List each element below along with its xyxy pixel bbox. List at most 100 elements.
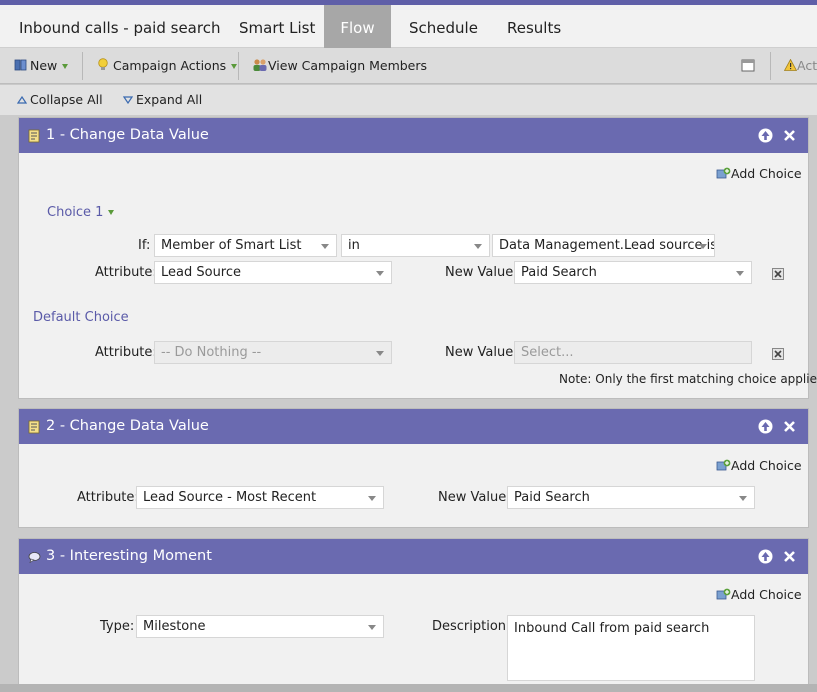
chevron-down-icon — [376, 351, 384, 356]
toolbar-divider — [238, 52, 239, 80]
change-data-icon — [28, 420, 40, 434]
expand-all-button[interactable]: Expand All — [122, 85, 203, 115]
new-menu-button[interactable]: New — [14, 48, 69, 84]
toolbar-divider — [770, 52, 771, 80]
close-icon[interactable] — [782, 549, 797, 564]
add-choice-button[interactable]: Add Choice — [716, 587, 802, 602]
chevron-down-icon — [376, 271, 384, 276]
add-choice-icon — [716, 167, 731, 179]
move-up-icon[interactable] — [758, 128, 773, 143]
tab-campaign-name[interactable]: Inbound calls - paid search — [19, 5, 220, 48]
attribute-label: Attribute: — [77, 490, 139, 505]
choice-note: Note: Only the first matching choice app… — [559, 372, 817, 386]
tab-flow[interactable]: Flow — [324, 5, 391, 48]
new-label: New — [30, 58, 58, 73]
default-new-value-input[interactable]: Select... — [514, 341, 752, 364]
if-field-value: Member of Smart List — [161, 238, 302, 253]
view-campaign-members-button[interactable]: View Campaign Members — [252, 48, 427, 84]
actions-truncated-button[interactable]: Act — [783, 48, 817, 84]
tab-smart-list[interactable]: Smart List — [239, 5, 315, 48]
tab-results[interactable]: Results — [507, 5, 561, 48]
flow-step-title: 2 - Change Data Value — [46, 418, 209, 434]
move-up-icon[interactable] — [758, 419, 773, 434]
if-field-select[interactable]: Member of Smart List — [154, 234, 337, 257]
new-value-select[interactable]: Paid Search — [514, 261, 752, 284]
chevron-down-icon — [62, 64, 69, 69]
flow-step-header[interactable]: 1 - Change Data Value — [19, 118, 808, 153]
move-up-icon[interactable] — [758, 549, 773, 564]
chevron-down-icon — [368, 625, 376, 630]
choice-1-label: Choice 1 — [47, 205, 104, 220]
add-choice-label: Add Choice — [731, 458, 802, 473]
collapse-all-label: Collapse All — [30, 92, 103, 107]
new-value-label: New Value: — [445, 265, 518, 280]
add-choice-button[interactable]: Add Choice — [716, 166, 802, 181]
add-choice-icon — [716, 588, 731, 600]
expand-all-label: Expand All — [136, 92, 203, 107]
chevron-down-icon — [321, 244, 329, 249]
attribute-select[interactable]: Lead Source - Most Recent — [136, 486, 384, 509]
actions-truncated-label: Act — [797, 58, 817, 73]
window-icon — [741, 59, 755, 72]
delete-choice-icon[interactable] — [772, 268, 784, 280]
expand-icon — [122, 96, 134, 105]
close-icon[interactable] — [782, 419, 797, 434]
flow-step-header[interactable]: 3 - Interesting Moment — [19, 539, 808, 574]
new-value-label: New Value: — [438, 490, 511, 505]
view-members-label: View Campaign Members — [268, 58, 428, 73]
default-choice-link[interactable]: Default Choice — [33, 310, 129, 325]
speech-bubble-icon — [28, 552, 41, 564]
people-icon — [253, 59, 267, 71]
flow-step-1: 1 - Change Data Value Add Choice Choice … — [18, 117, 817, 399]
new-value-value: Paid Search — [521, 265, 597, 280]
type-value: Milestone — [143, 619, 206, 634]
if-operator-select[interactable]: in — [341, 234, 490, 257]
description-textarea[interactable]: Inbound Call from paid search — [507, 615, 755, 681]
chevron-down-icon — [231, 64, 238, 69]
chevron-down-icon — [739, 496, 747, 501]
if-operator-value: in — [348, 238, 360, 253]
campaign-actions-button[interactable]: Campaign Actions — [97, 48, 238, 84]
add-choice-label: Add Choice — [731, 587, 802, 602]
default-new-value-label: New Value: — [445, 345, 518, 360]
attribute-select[interactable]: Lead Source — [154, 261, 392, 284]
toolbar: New Campaign Actions View Campaign Membe… — [0, 48, 817, 84]
chevron-down-icon — [108, 210, 115, 215]
default-attribute-label: Attribute: — [95, 345, 157, 360]
flow-subbar: Collapse All Expand All — [0, 85, 817, 115]
attribute-value: Lead Source — [161, 265, 242, 280]
attribute-label: Attribute: — [95, 265, 157, 280]
chevron-down-icon — [699, 244, 707, 249]
window-icon-button[interactable] — [741, 48, 755, 84]
collapse-all-button[interactable]: Collapse All — [16, 85, 103, 115]
tab-schedule[interactable]: Schedule — [409, 5, 478, 48]
type-select[interactable]: Milestone — [136, 615, 384, 638]
lightbulb-icon — [98, 58, 108, 70]
close-icon[interactable] — [782, 128, 797, 143]
add-choice-label: Add Choice — [731, 166, 802, 181]
default-new-value-placeholder: Select... — [521, 345, 574, 360]
chevron-down-icon — [368, 496, 376, 501]
if-value-select[interactable]: Data Management.Lead source is — [492, 234, 715, 257]
campaign-actions-label: Campaign Actions — [113, 58, 227, 73]
delete-default-choice-icon[interactable] — [772, 348, 784, 360]
type-label: Type: — [100, 619, 135, 634]
flow-step-title: 1 - Change Data Value — [46, 127, 209, 143]
if-value-value: Data Management.Lead source is — [499, 238, 715, 253]
new-value-select[interactable]: Paid Search — [507, 486, 755, 509]
toolbar-divider — [82, 52, 83, 80]
add-choice-icon — [716, 459, 731, 471]
flow-step-3: 3 - Interesting Moment Add Choice Type: … — [18, 538, 809, 692]
description-label: Description: — [432, 619, 511, 634]
flow-step-2: 2 - Change Data Value Add Choice Attribu… — [18, 408, 809, 528]
flow-step-title: 3 - Interesting Moment — [46, 548, 212, 564]
choice-1-link[interactable]: Choice 1 — [47, 205, 115, 220]
default-attribute-select[interactable]: -- Do Nothing -- — [154, 341, 392, 364]
default-attribute-value: -- Do Nothing -- — [161, 345, 262, 360]
collapse-icon — [16, 95, 28, 104]
chevron-down-icon — [474, 244, 482, 249]
add-choice-button[interactable]: Add Choice — [716, 458, 802, 473]
warning-icon — [783, 58, 798, 71]
flow-step-header[interactable]: 2 - Change Data Value — [19, 409, 808, 444]
chevron-down-icon — [736, 271, 744, 276]
